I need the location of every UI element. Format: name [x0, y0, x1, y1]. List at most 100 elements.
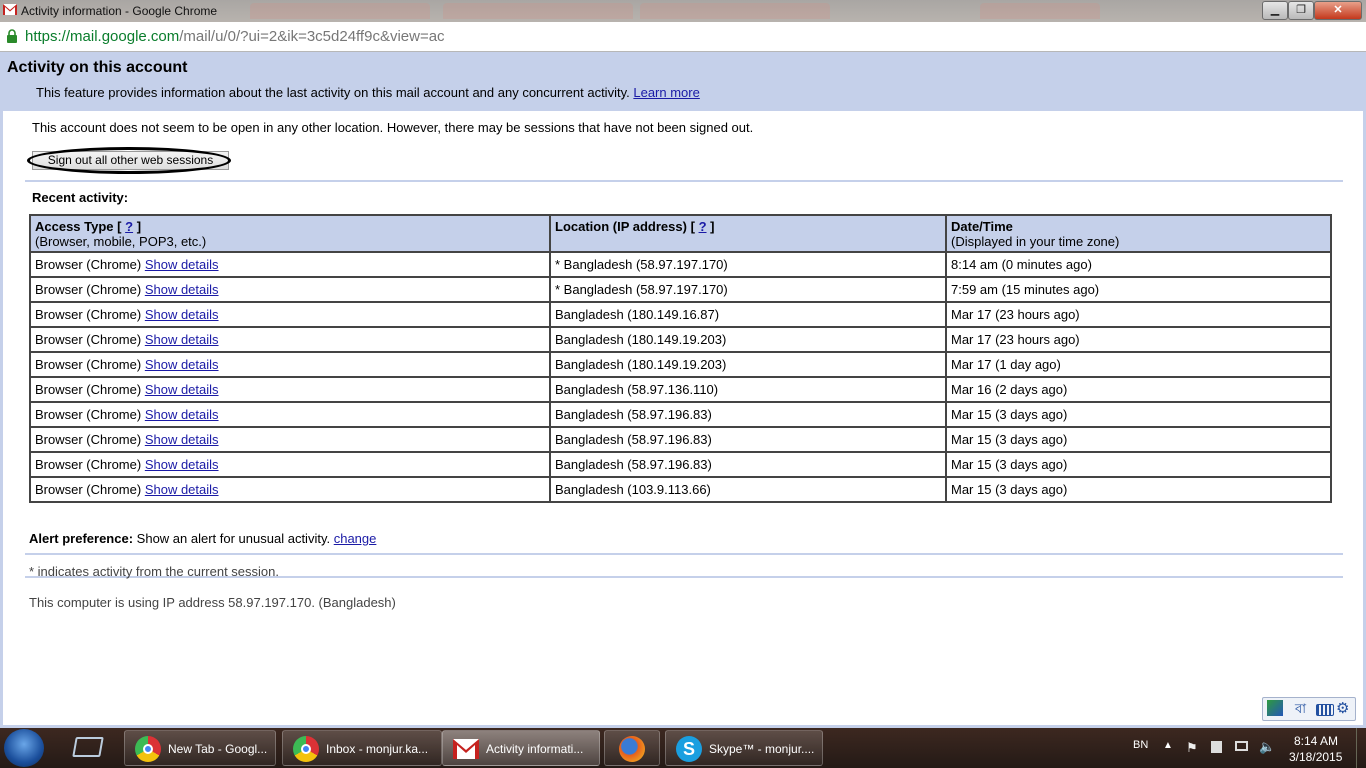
page-header: Activity on this account This feature pr… — [0, 52, 1366, 110]
column-header-location: Location (IP address) [ ? ] — [549, 214, 947, 253]
access-type-cell: Browser (Chrome) Show details — [29, 326, 551, 353]
background-tab[interactable] — [980, 3, 1100, 19]
table-row: Browser (Chrome) Show details Bangladesh … — [29, 451, 1332, 478]
datetime-cell: Mar 15 (3 days ago) — [945, 451, 1332, 478]
show-desktop-icon[interactable] — [72, 737, 104, 757]
location-cell: Bangladesh (180.149.16.87) — [549, 301, 947, 328]
show-details-link[interactable]: Show details — [145, 482, 219, 497]
column-header-datetime: Date/Time (Displayed in your time zone) — [945, 214, 1332, 253]
feature-description: This feature provides information about … — [36, 85, 700, 100]
device-icon[interactable] — [1211, 741, 1222, 753]
background-tab[interactable] — [640, 3, 830, 19]
alert-label: Alert preference: — [29, 531, 134, 546]
volume-icon[interactable]: 🔈 — [1259, 739, 1275, 755]
ip-address-note: This computer is using IP address 58.97.… — [29, 595, 396, 610]
action-center-flag-icon[interactable]: ⚑ — [1186, 740, 1198, 756]
table-row: Browser (Chrome) Show details Bangladesh … — [29, 401, 1332, 428]
chrome-icon — [135, 736, 161, 762]
show-details-link[interactable]: Show details — [145, 257, 219, 272]
divider — [25, 180, 1343, 182]
input-language-indicator[interactable]: BN — [1133, 739, 1148, 751]
show-details-link[interactable]: Show details — [145, 382, 219, 397]
datetime-cell: Mar 16 (2 days ago) — [945, 376, 1332, 403]
start-button[interactable] — [4, 729, 44, 767]
clock-date[interactable]: 3/18/2015 — [1289, 750, 1342, 764]
lock-icon — [7, 29, 17, 43]
header-title: Access Type — [35, 219, 114, 234]
header-subtitle: (Browser, mobile, POP3, etc.) — [35, 234, 207, 249]
show-desktop-button[interactable] — [1356, 728, 1366, 768]
ime-language-glyph[interactable]: বা — [1295, 700, 1306, 721]
access-type-text: Browser (Chrome) — [35, 432, 142, 447]
access-type-text: Browser (Chrome) — [35, 457, 142, 472]
show-details-link[interactable]: Show details — [145, 457, 219, 472]
close-button[interactable]: ✕ — [1314, 1, 1362, 20]
access-type-cell: Browser (Chrome) Show details — [29, 301, 551, 328]
access-type-text: Browser (Chrome) — [35, 332, 142, 347]
divider — [25, 553, 1343, 555]
learn-more-link[interactable]: Learn more — [633, 85, 699, 100]
clock-time[interactable]: 8:14 AM — [1294, 734, 1338, 748]
url-text[interactable]: https://mail.google.com/mail/u/0/?ui=2&i… — [25, 28, 445, 45]
skype-icon: S — [676, 736, 702, 762]
alert-preference: Alert preference: Show an alert for unus… — [29, 531, 376, 546]
page-title: Activity on this account — [7, 59, 188, 76]
change-alert-link[interactable]: change — [334, 531, 377, 546]
taskbar-item-label: Inbox - monjur.ka... — [326, 742, 429, 756]
taskbar: New Tab - Googl... Inbox - monjur.ka... … — [0, 728, 1366, 768]
show-details-link[interactable]: Show details — [145, 357, 219, 372]
taskbar-item-label: New Tab - Googl... — [168, 742, 268, 756]
show-details-link[interactable]: Show details — [145, 332, 219, 347]
table-row: Browser (Chrome) Show details Bangladesh … — [29, 301, 1332, 328]
datetime-cell: Mar 17 (23 hours ago) — [945, 326, 1332, 353]
taskbar-item-activity-information[interactable]: Activity informati... — [442, 730, 600, 766]
taskbar-item-label: Skype™ - monjur.... — [709, 742, 815, 756]
activity-table: Access Type [ ? ] (Browser, mobile, POP3,… — [29, 214, 1332, 503]
show-details-link[interactable]: Show details — [145, 307, 219, 322]
column-header-access-type: Access Type [ ? ] (Browser, mobile, POP3,… — [29, 214, 551, 253]
gear-icon[interactable]: ⚙ — [1336, 699, 1349, 717]
location-cell: * Bangladesh (58.97.197.170) — [549, 251, 947, 278]
url-host: mail.google.com — [70, 28, 180, 45]
taskbar-item-inbox[interactable]: Inbox - monjur.ka... — [282, 730, 442, 766]
background-tab[interactable] — [443, 3, 633, 19]
window-title: Activity information - Google Chrome — [21, 4, 218, 18]
access-type-cell: Browser (Chrome) Show details — [29, 376, 551, 403]
address-bar[interactable]: https://mail.google.com/mail/u/0/?ui=2&i… — [0, 22, 1366, 52]
taskbar-item-skype[interactable]: S Skype™ - monjur.... — [665, 730, 823, 766]
header-title: Date/Time — [951, 219, 1013, 234]
keyboard-icon[interactable] — [1316, 704, 1334, 716]
page: Activity on this account This feature pr… — [0, 52, 1366, 728]
firefox-icon — [619, 736, 645, 762]
access-type-text: Browser (Chrome) — [35, 407, 142, 422]
taskbar-item-new-tab[interactable]: New Tab - Googl... — [124, 730, 276, 766]
ime-logo-icon — [1267, 700, 1283, 716]
header-subtitle: (Displayed in your time zone) — [951, 234, 1120, 249]
access-type-text: Browser (Chrome) — [35, 357, 142, 372]
access-type-text: Browser (Chrome) — [35, 257, 142, 272]
minimize-button[interactable]: ▁ — [1262, 1, 1288, 20]
location-cell: Bangladesh (58.97.136.110) — [549, 376, 947, 403]
language-bar[interactable]: বা ⚙ — [1262, 697, 1356, 721]
description-text: This feature provides information about … — [36, 85, 630, 100]
show-details-link[interactable]: Show details — [145, 407, 219, 422]
location-help-link[interactable]: ? — [699, 219, 707, 234]
table-row: Browser (Chrome) Show details * Banglades… — [29, 251, 1332, 278]
access-type-text: Browser (Chrome) — [35, 482, 142, 497]
location-cell: * Bangladesh (58.97.197.170) — [549, 276, 947, 303]
access-type-help-link[interactable]: ? — [125, 219, 133, 234]
maximize-button[interactable]: ❐ — [1288, 1, 1314, 20]
location-cell: Bangladesh (180.149.19.203) — [549, 326, 947, 353]
access-type-text: Browser (Chrome) — [35, 282, 142, 297]
show-details-link[interactable]: Show details — [145, 282, 219, 297]
access-type-cell: Browser (Chrome) Show details — [29, 401, 551, 428]
location-cell: Bangladesh (180.149.19.203) — [549, 351, 947, 378]
sign-out-other-sessions-button[interactable]: Sign out all other web sessions — [32, 151, 229, 170]
network-icon[interactable] — [1235, 741, 1248, 751]
datetime-cell: Mar 17 (23 hours ago) — [945, 301, 1332, 328]
taskbar-item-firefox[interactable] — [604, 730, 660, 766]
table-row: Browser (Chrome) Show details * Banglades… — [29, 276, 1332, 303]
show-details-link[interactable]: Show details — [145, 432, 219, 447]
show-hidden-icons-icon[interactable]: ▲ — [1163, 740, 1173, 751]
background-tab[interactable] — [250, 3, 430, 19]
